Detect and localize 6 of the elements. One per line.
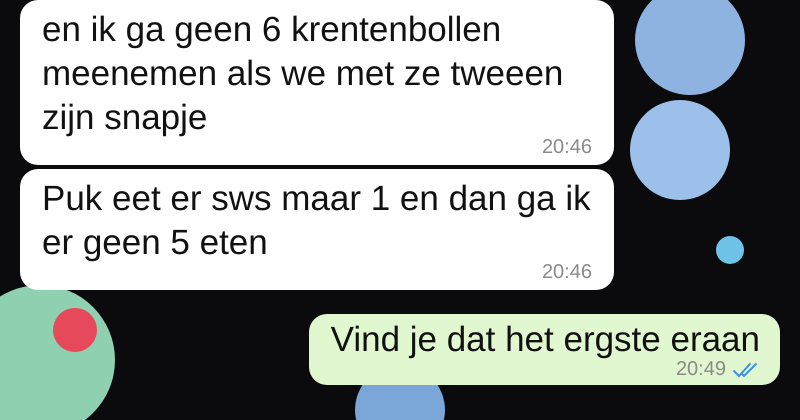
message-text: Vind je dat het ergste eraan — [330, 319, 760, 361]
message-time: 20:46 — [542, 136, 592, 159]
message-time: 20:46 — [542, 261, 592, 284]
message-text: Puk eet er sws maar 1 en dan ga ik er geen 5 eten — [42, 178, 592, 264]
message-time: 20:49 — [676, 358, 726, 381]
message-text: en ik ga geen 6 krentenbollen meenemen als we met ze tweeen zijn snapje — [42, 9, 564, 139]
